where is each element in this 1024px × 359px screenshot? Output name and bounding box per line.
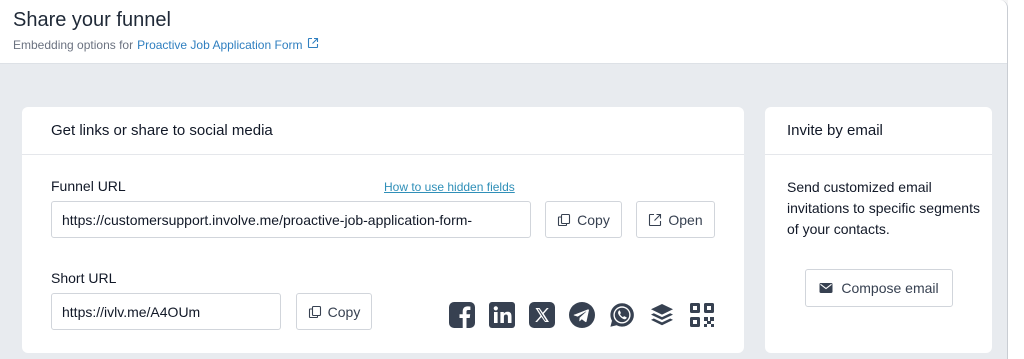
invite-email-card: Invite by email Send customized email in… (765, 107, 992, 353)
open-funnel-button[interactable]: Open (636, 201, 715, 238)
share-funnel-window: Share your funnel Embedding options for … (0, 0, 1008, 359)
funnel-url-field[interactable]: https://customersupport.involve.me/proac… (51, 201, 531, 238)
x-icon[interactable] (528, 301, 556, 329)
open-button-label: Open (668, 211, 703, 228)
envelope-icon (819, 282, 833, 294)
subtitle-prefix: Embedding options for (13, 37, 134, 52)
copy-button-label: Copy (327, 303, 361, 320)
short-url-label: Short URL (51, 270, 117, 286)
telegram-icon[interactable] (568, 301, 596, 329)
hidden-fields-help-link[interactable]: How to use hidden fields (384, 180, 515, 194)
copy-icon (557, 213, 571, 227)
external-link-icon (648, 213, 662, 227)
copy-icon (308, 305, 322, 319)
qr-code-icon[interactable] (688, 301, 716, 329)
invite-card-heading: Invite by email (765, 107, 992, 155)
page-header: Share your funnel Embedding options for … (0, 0, 1007, 64)
window-gutter (1008, 0, 1024, 359)
social-share-icons (448, 301, 716, 329)
copy-button-label: Copy (577, 211, 610, 228)
linkedin-icon[interactable] (488, 301, 516, 329)
page-subtitle: Embedding options for Proactive Job Appl… (13, 37, 319, 52)
funnel-name-link[interactable]: Proactive Job Application Form (137, 38, 302, 52)
share-card-heading: Get links or share to social media (22, 107, 744, 155)
compose-email-label: Compose email (841, 280, 939, 296)
facebook-icon[interactable] (448, 301, 476, 329)
buffer-icon[interactable] (648, 301, 676, 329)
external-link-icon[interactable] (307, 37, 319, 52)
copy-funnel-url-button[interactable]: Copy (545, 201, 622, 238)
compose-email-button[interactable]: Compose email (805, 269, 953, 307)
invite-description: Send customized email invitations to spe… (787, 179, 980, 237)
whatsapp-icon[interactable] (608, 301, 636, 329)
short-url-field[interactable]: https://ivlv.me/A4OUm (51, 293, 281, 330)
share-links-card: Get links or share to social media Funne… (22, 107, 744, 353)
page-title: Share your funnel (13, 9, 171, 31)
copy-short-url-button[interactable]: Copy (296, 293, 372, 330)
funnel-url-label: Funnel URL (51, 178, 126, 194)
